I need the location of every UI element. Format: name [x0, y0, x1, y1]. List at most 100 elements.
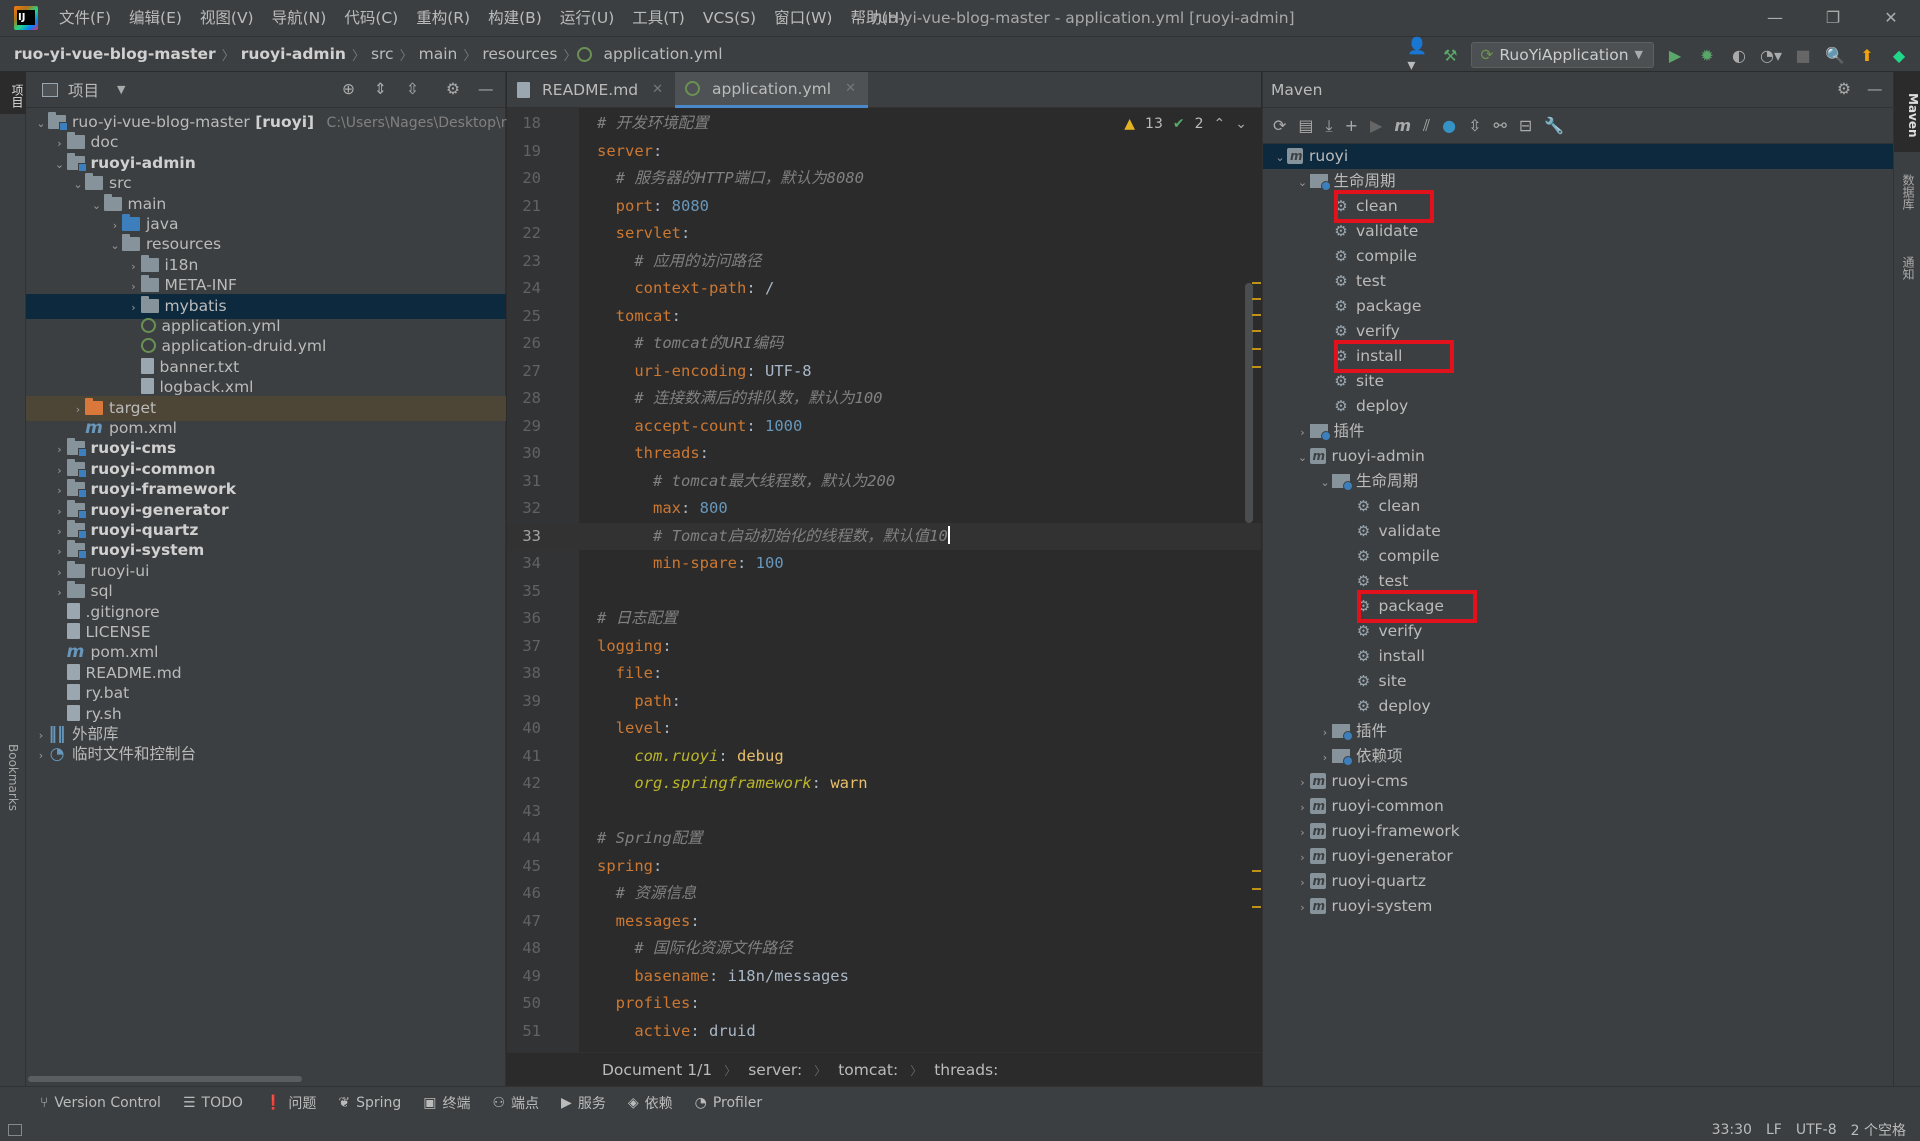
editor-breadcrumb-item[interactable]: server:: [748, 1061, 802, 1079]
gear-icon[interactable]: ⚙: [1837, 80, 1851, 98]
maven-tree-node[interactable]: › ruoyi-quartz: [1263, 869, 1894, 894]
code-editor[interactable]: 18 # 开发环境配置 19 server: 20 # 服务器的HTTP端口，默认为80…: [507, 108, 1261, 1052]
reload-icon[interactable]: ⟳: [1273, 116, 1286, 135]
breadcrumb-item[interactable]: ruo-yi-vue-blog-master: [8, 45, 222, 63]
editor-tab[interactable]: application.yml ✕: [675, 72, 868, 108]
menu-item[interactable]: 窗口(W): [765, 0, 841, 36]
maven-tree-node[interactable]: › ruoyi-generator: [1263, 844, 1894, 869]
notifications-tool-button[interactable]: 通知: [1900, 256, 1917, 280]
toggle-tool-windows-icon[interactable]: [8, 1124, 22, 1136]
hide-icon[interactable]: —: [478, 80, 494, 98]
minimize-icon[interactable]: —: [1746, 0, 1804, 36]
add-maven-project-icon[interactable]: ▤: [1298, 116, 1313, 135]
chevron-right-icon[interactable]: ›: [34, 743, 48, 768]
show-diagram-icon[interactable]: ⊟: [1519, 116, 1532, 135]
next-highlight-icon[interactable]: ⌄: [1235, 116, 1247, 132]
maven-tree-node[interactable]: ⚙ validate: [1263, 219, 1894, 244]
menu-item[interactable]: 导航(N): [263, 0, 336, 36]
prev-highlight-icon[interactable]: ⌃: [1214, 116, 1226, 132]
toggle-offline-icon[interactable]: ⫽: [1423, 116, 1430, 136]
chevron-down-icon[interactable]: ⌄: [1296, 170, 1310, 195]
dependencies-icon[interactable]: ⚯: [1494, 116, 1507, 135]
skip-tests-icon[interactable]: ●: [1442, 116, 1456, 135]
execute-goal-icon[interactable]: m: [1394, 116, 1411, 135]
maven-tree-node[interactable]: › ruoyi-framework: [1263, 819, 1894, 844]
chevron-right-icon[interactable]: ›: [1296, 845, 1310, 870]
run-config-select[interactable]: ⟳ RuoYiApplication ▼: [1471, 42, 1654, 68]
scrollbar-thumb[interactable]: [28, 1076, 302, 1082]
menu-item[interactable]: 构建(B): [479, 0, 551, 36]
update-icon[interactable]: ⬆: [1856, 44, 1878, 66]
inspection-widget[interactable]: ▲ 13 ✔ 2 ⌃ ⌄: [1124, 116, 1247, 132]
collapse-all-icon[interactable]: ⇳: [406, 80, 419, 98]
tool-window-button[interactable]: ▶ 服务: [561, 1093, 606, 1113]
project-tool-button[interactable]: 项目: [0, 72, 26, 114]
maven-tree-node[interactable]: › ruoyi-cms: [1263, 769, 1894, 794]
chevron-right-icon[interactable]: ›: [1318, 720, 1332, 745]
close-tab-icon[interactable]: ✕: [652, 72, 663, 108]
jetbrains-icon[interactable]: ◆: [1888, 44, 1910, 66]
maven-tree-node[interactable]: ⚙ compile: [1263, 544, 1894, 569]
wrench-icon[interactable]: 🔧: [1544, 116, 1564, 135]
maven-tree-node[interactable]: ⚙ install: [1263, 644, 1894, 669]
maven-tree-node[interactable]: › 插件: [1263, 719, 1894, 744]
maven-tree-node[interactable]: ⌄ ruoyi: [1263, 144, 1894, 169]
stop-icon[interactable]: ■: [1792, 44, 1814, 66]
profile-icon[interactable]: ◔▾: [1760, 44, 1782, 66]
editor-tab[interactable]: README.md ✕: [507, 72, 675, 108]
project-view-select[interactable]: 项目: [68, 79, 99, 101]
maven-tree-node[interactable]: ⚙ deploy: [1263, 394, 1894, 419]
tree-node[interactable]: › ◔ 临时文件和控制台: [26, 742, 506, 767]
run-icon[interactable]: ▶: [1664, 44, 1686, 66]
maven-tree-node[interactable]: ⚙ site: [1263, 669, 1894, 694]
menu-item[interactable]: 编辑(E): [120, 0, 191, 36]
breadcrumb-item[interactable]: application.yml: [598, 45, 729, 63]
caret-position[interactable]: 33:30: [1712, 1122, 1752, 1138]
menu-item[interactable]: 代码(C): [335, 0, 407, 36]
tool-window-button[interactable]: ❦ Spring: [338, 1095, 401, 1111]
indent-setting[interactable]: 2 个空格: [1851, 1120, 1906, 1140]
build-hammer-icon[interactable]: ⚒: [1439, 44, 1461, 66]
menu-item[interactable]: 工具(T): [623, 0, 694, 36]
download-icon[interactable]: ⤓: [1326, 116, 1333, 136]
expand-all-icon[interactable]: ⇕: [374, 80, 387, 98]
chevron-right-icon[interactable]: ›: [1296, 795, 1310, 820]
maven-tree-node[interactable]: ⌄ 生命周期: [1263, 469, 1894, 494]
editor-breadcrumb-item[interactable]: tomcat:: [838, 1061, 898, 1079]
maven-tree-node[interactable]: › 插件: [1263, 419, 1894, 444]
tool-window-button[interactable]: ⑂ Version Control: [40, 1095, 161, 1111]
breadcrumb-item[interactable]: src: [365, 45, 400, 63]
gear-icon[interactable]: ⚙: [446, 80, 460, 98]
chevron-right-icon[interactable]: ›: [1296, 895, 1310, 920]
run-icon[interactable]: ▶: [1370, 116, 1382, 135]
maven-tree-node[interactable]: ⚙ verify: [1263, 619, 1894, 644]
maven-tree-node[interactable]: › 依赖项: [1263, 744, 1894, 769]
coverage-icon[interactable]: ◐: [1728, 44, 1750, 66]
user-icon[interactable]: 👤▾: [1407, 36, 1429, 74]
bookmarks-tool-button[interactable]: Bookmarks: [6, 744, 20, 811]
maven-tree-node[interactable]: › ruoyi-common: [1263, 794, 1894, 819]
maven-tree-node[interactable]: ⚙ compile: [1263, 244, 1894, 269]
tool-window-button[interactable]: ☰ TODO: [183, 1095, 243, 1111]
chevron-down-icon[interactable]: ⌄: [1318, 470, 1332, 495]
restore-icon[interactable]: ❐: [1804, 0, 1862, 36]
maven-tree-node[interactable]: ⚙ deploy: [1263, 694, 1894, 719]
chevron-down-icon[interactable]: ▼: [117, 83, 125, 96]
hide-icon[interactable]: —: [1867, 80, 1883, 98]
line-separator[interactable]: LF: [1766, 1122, 1782, 1138]
editor-breadcrumb-item[interactable]: Document 1/1: [602, 1061, 712, 1079]
search-icon[interactable]: 🔍: [1824, 44, 1846, 66]
close-tab-icon[interactable]: ✕: [845, 71, 856, 107]
maven-tree-node[interactable]: ⚙ clean: [1263, 494, 1894, 519]
tool-window-button[interactable]: ⚇ 端点: [492, 1093, 539, 1113]
tool-window-button[interactable]: ◔ Profiler: [695, 1095, 763, 1111]
tool-window-button[interactable]: ❗ 问题: [265, 1093, 316, 1113]
menu-item[interactable]: 重构(R): [407, 0, 479, 36]
maven-tree-node[interactable]: ⚙ validate: [1263, 519, 1894, 544]
menu-item[interactable]: VCS(S): [694, 0, 765, 36]
locate-icon[interactable]: ⊕: [342, 80, 355, 98]
menu-item[interactable]: 视图(V): [191, 0, 263, 36]
tool-window-button[interactable]: ◈ 依赖: [628, 1093, 673, 1113]
project-horizontal-scrollbar[interactable]: [26, 1072, 506, 1086]
chevron-right-icon[interactable]: ›: [1296, 820, 1310, 845]
